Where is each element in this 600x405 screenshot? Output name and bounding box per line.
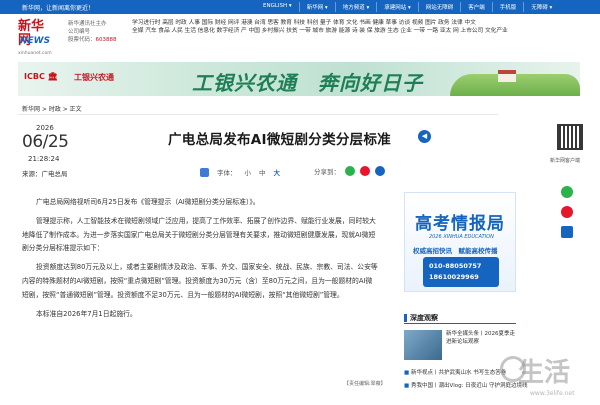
breadcrumb[interactable]: 新华网 > 时政 > 正文 <box>22 104 82 113</box>
menu-accessibility-site[interactable]: 网站无障碍 <box>419 2 462 12</box>
top-menu: ENGLISH ▾ 新华网 ▾ 地方频道 ▾ 承建网站 ▾ 网站无障碍 客户端 … <box>256 2 559 12</box>
publish-time: 21:28:24 <box>28 155 60 163</box>
menu-english[interactable]: ENGLISH ▾ <box>256 2 300 12</box>
banner-slogan: 工银兴农通 奔向好日子 <box>192 71 423 95</box>
banner-ad[interactable]: ICBC 🏛 工银兴农通 工银兴农通 奔向好日子 <box>18 62 580 96</box>
reg-line-1: 新华通讯社主办 <box>68 21 107 27</box>
ad-subtitle: 2026 XINHUA EDUCATION <box>429 234 494 240</box>
article-body: 广电总局网络视听司6月25日发布《管理提示（AI微短剧分类分层标准）》。 管理提… <box>22 196 378 326</box>
menu-mobile[interactable]: 手机版 <box>493 2 525 12</box>
watermark-text: 生活 <box>518 358 571 388</box>
wechat-share-icon[interactable] <box>561 186 573 198</box>
ad-phone-2: 18610029969 <box>429 273 479 281</box>
publish-year: 2026 <box>36 124 54 132</box>
watermark-url: www.3elife.net <box>530 390 575 397</box>
menu-client[interactable]: 客户端 <box>461 2 493 12</box>
list-item-text: 新华视点丨共护武夷山水 书写生态答卷 <box>410 370 507 376</box>
wechat-icon[interactable] <box>345 166 355 176</box>
paragraph: 管理提示称，人工智能技术在微短剧领域广泛应用，提高了工作效率、拓展了创作边界、赋… <box>22 216 376 253</box>
share-bar: 分享到： <box>314 166 385 176</box>
deep-observation-header: 深度观察 <box>404 312 516 324</box>
paragraph: 广电总局网络视听司6月25日发布《管理提示（AI微短剧分类分层标准）》。 <box>36 198 260 206</box>
mobile-share-icon[interactable] <box>561 226 573 238</box>
logo-en-text: NEWS <box>20 36 51 46</box>
paragraph: 本标准自2026年7月1日起施行。 <box>36 309 137 318</box>
client-icon[interactable] <box>375 166 385 176</box>
welcome-text: 新华网，让新闻离你更近！ <box>22 5 95 12</box>
list-item[interactable]: ■ 新华视点丨共护武夷山水 书写生态答卷 <box>404 368 506 376</box>
editor-credit: 【责任编辑:翠薇】 <box>344 381 386 387</box>
menu-local-channels[interactable]: 地方频道 ▾ <box>336 2 378 12</box>
bank-product-name: 工银兴农通 <box>74 73 114 82</box>
qr-code <box>557 124 583 150</box>
stock-code: 603888 <box>95 37 117 43</box>
font-icon <box>200 167 209 177</box>
section-marker <box>404 314 407 322</box>
qr-label: 新华网客户端 <box>550 158 581 164</box>
registration-info: 新华通讯社主办 公司编号 股票代码：603888 <box>68 20 117 44</box>
gaokao-ad[interactable]: 高考情报局 2026 XINHUA EDUCATION 权威高招快讯 赋能高校传… <box>404 192 516 292</box>
font-small[interactable]: 小 <box>245 167 252 177</box>
bullet-icon: ■ <box>404 370 411 376</box>
speaker-icon[interactable]: ◀ <box>418 130 431 143</box>
stock-label: 股票代码： <box>68 37 96 43</box>
channel-nav-row-2[interactable]: 全媒 汽车 食品 人民 生活 信息化 数字经济 产 中国 乡村振兴 扶贫 一带 … <box>132 25 508 34</box>
xinhua-logo[interactable]: 新华网 NEWS <box>18 20 51 50</box>
feature-thumbnail[interactable] <box>404 330 442 360</box>
top-bar: 新华网，让新闻离你更近！ ENGLISH ▾ 新华网 ▾ 地方频道 ▾ 承建网站… <box>0 0 600 14</box>
font-label: 字体： <box>217 169 237 177</box>
reg-line-3: 股票代码：603888 <box>68 36 117 44</box>
feature-headline[interactable]: 新华全媒头条丨2026夏季走进新论坛观察 <box>446 330 516 346</box>
article-source: 来源：广电总局 <box>22 170 68 178</box>
house-illustration <box>498 70 516 82</box>
font-medium[interactable]: 中 <box>259 167 266 177</box>
menu-xinhua[interactable]: 新华网 ▾ <box>300 2 336 12</box>
publish-date: 06/25 <box>22 132 69 152</box>
menu-accessibility[interactable]: 无障碍 ▾ <box>524 2 559 12</box>
article-title: 广电总局发布AI微短剧分类分层标准 <box>168 132 392 148</box>
ad-phone-box: 010-88050757 18610029969 <box>423 257 499 287</box>
divider <box>18 114 498 115</box>
ad-phone-1: 010-88050757 <box>429 262 482 270</box>
weibo-share-icon[interactable] <box>561 206 573 218</box>
section-title: 深度观察 <box>410 314 438 322</box>
paragraph: 投资额度达到80万元及以上，或者主要剧情涉及政治、军事、外交、国家安全、统战、民… <box>22 263 378 299</box>
ad-title: 高考情报局 <box>415 214 505 234</box>
reg-line-2: 公司编号 <box>68 29 91 35</box>
bullet-icon: ■ <box>404 383 411 389</box>
site-header: 新华网 NEWS xinhuanet.com 新华通讯社主办 公司编号 股票代码… <box>0 14 600 62</box>
font-large[interactable]: 大 <box>274 167 281 177</box>
logo-url: xinhuanet.com <box>18 51 52 56</box>
watermark: 生活 www.3elife.net <box>500 352 596 402</box>
menu-hosted-sites[interactable]: 承建网站 ▾ <box>377 2 419 12</box>
weibo-icon[interactable] <box>360 166 370 176</box>
share-label: 分享到： <box>314 168 340 176</box>
icbc-logo: ICBC 🏛 <box>24 72 58 81</box>
ad-tagline: 权威高招快讯 赋能高校传播 <box>413 247 498 255</box>
font-size-control: 字体： 小 中 大 <box>200 167 280 177</box>
